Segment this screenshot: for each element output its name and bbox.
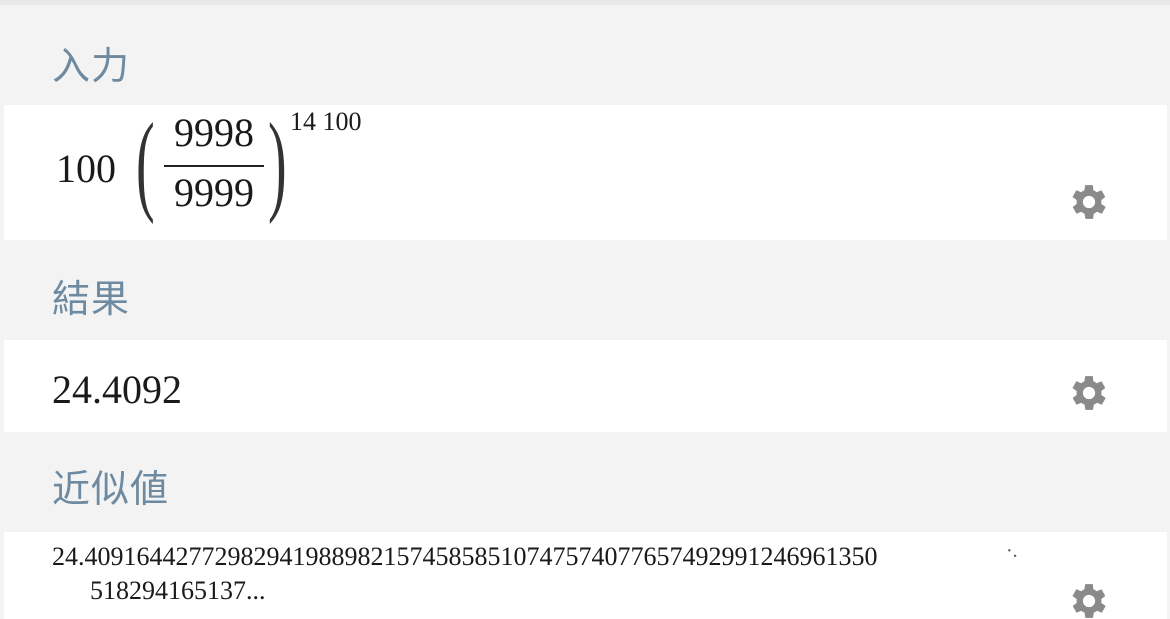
approx-continuation-mark: ·. (1006, 540, 1018, 562)
input-pod-header: 入力 (0, 5, 1170, 105)
gear-icon-graphic (1072, 376, 1106, 410)
approx-value-line2: 518294165137... (90, 576, 266, 605)
fraction-numerator: 9998 (174, 110, 254, 155)
fraction-bar (164, 165, 264, 167)
approx-pod-title: 近似値 (52, 467, 170, 511)
approx-pod-body: 24.4091644277298294198898215745858510747… (4, 532, 1167, 619)
gear-icon-graphic (1072, 185, 1106, 219)
result-pod-title: 結果 (52, 277, 131, 321)
gear-icon[interactable] (1066, 370, 1112, 416)
result-value: 24.4092 (52, 367, 182, 412)
input-pod-title: 入力 (52, 44, 131, 88)
exponent: 14 100 (290, 107, 362, 136)
gear-icon-graphic (1072, 584, 1106, 618)
gear-icon[interactable] (1066, 179, 1112, 225)
input-coefficient: 100 (56, 146, 116, 191)
approx-pod-header: 近似値 (0, 432, 1170, 532)
result-pod-header: 結果 (0, 240, 1170, 340)
right-paren: ) (268, 101, 287, 225)
left-paren: ( (136, 101, 155, 225)
fraction-denominator: 9999 (174, 170, 254, 215)
approx-value-line1: 24.4091644277298294198898215745858510747… (52, 542, 878, 571)
results-page: 入力 100 ( 9998 9999 ) 14 100 結果 24.4092 近… (0, 0, 1170, 619)
gear-icon[interactable] (1066, 578, 1112, 619)
input-pod-body: 100 ( 9998 9999 ) 14 100 (4, 105, 1167, 240)
result-pod-body: 24.4092 (4, 340, 1167, 432)
